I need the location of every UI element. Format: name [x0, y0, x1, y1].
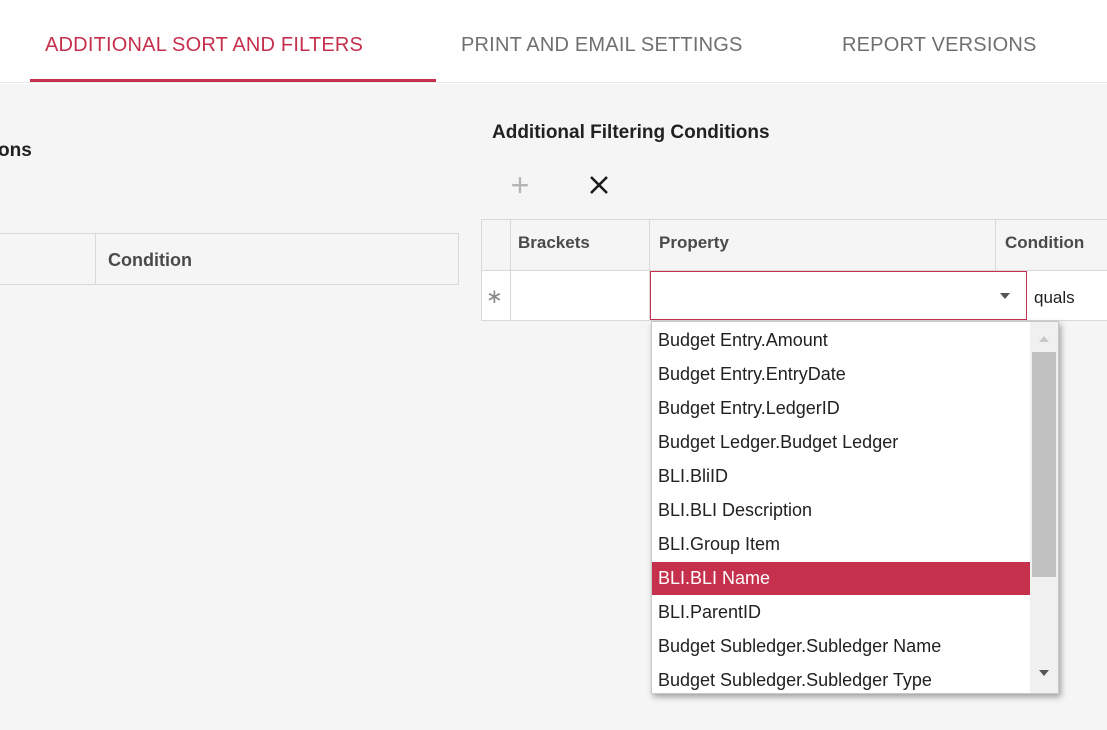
filtering-grid-header: Brackets Property Condition — [482, 220, 1107, 271]
property-dropdown-list: Budget Entry.Amount Budget Entry.EntryDa… — [651, 321, 1059, 694]
column-divider — [510, 220, 511, 321]
close-icon[interactable] — [584, 170, 614, 200]
sort-grid-header: Condition — [0, 233, 459, 285]
brackets-column-header[interactable]: Brackets — [518, 233, 590, 253]
chevron-down-icon[interactable] — [1000, 293, 1010, 299]
dropdown-option[interactable]: BLI.ParentID — [652, 596, 1030, 629]
tab-report-versions[interactable]: REPORT VERSIONS — [842, 34, 1037, 57]
dropdown-option[interactable]: Budget Subledger.Subledger Name — [652, 630, 1030, 663]
sort-condition-column-header[interactable]: Condition — [108, 250, 192, 271]
dropdown-option[interactable]: BLI.BliID — [652, 460, 1030, 493]
dropdown-option[interactable]: Budget Entry.Amount — [652, 324, 1030, 357]
dropdown-scrollbar[interactable] — [1030, 322, 1058, 693]
dropdown-option-selected[interactable]: BLI.BLI Name — [652, 562, 1030, 595]
new-row-marker: ∗ — [486, 286, 503, 308]
tab-bar-divider — [0, 82, 1107, 83]
dropdown-option[interactable]: Budget Entry.LedgerID — [652, 392, 1030, 425]
tab-bar: ADDITIONAL SORT AND FILTERS PRINT AND EM… — [0, 0, 1107, 84]
property-column-header[interactable]: Property — [659, 233, 729, 253]
dropdown-option[interactable]: BLI.BLI Description — [652, 494, 1030, 527]
condition-cell[interactable]: quals — [1034, 288, 1075, 308]
dropdown-option[interactable]: Budget Ledger.Budget Ledger — [652, 426, 1030, 459]
tab-print-and-email-settings[interactable]: PRINT AND EMAIL SETTINGS — [461, 34, 743, 57]
plus-icon[interactable]: + — [505, 169, 535, 201]
tab-additional-sort-and-filters[interactable]: ADDITIONAL SORT AND FILTERS — [45, 34, 363, 57]
sort-conditions-title: ons — [0, 140, 32, 161]
dropdown-option[interactable]: Budget Entry.EntryDate — [652, 358, 1030, 391]
condition-column-header[interactable]: Condition — [1005, 233, 1084, 253]
dropdown-option[interactable]: BLI.Group Item — [652, 528, 1030, 561]
property-select[interactable] — [650, 271, 1027, 320]
dropdown-option[interactable]: Budget Subledger.Subledger Type — [652, 664, 1030, 693]
scroll-up-icon[interactable] — [1039, 336, 1049, 342]
column-divider — [95, 234, 96, 284]
filtering-conditions-title: Additional Filtering Conditions — [492, 122, 770, 143]
scroll-down-icon[interactable] — [1039, 670, 1049, 676]
scrollbar-thumb[interactable] — [1032, 352, 1056, 577]
